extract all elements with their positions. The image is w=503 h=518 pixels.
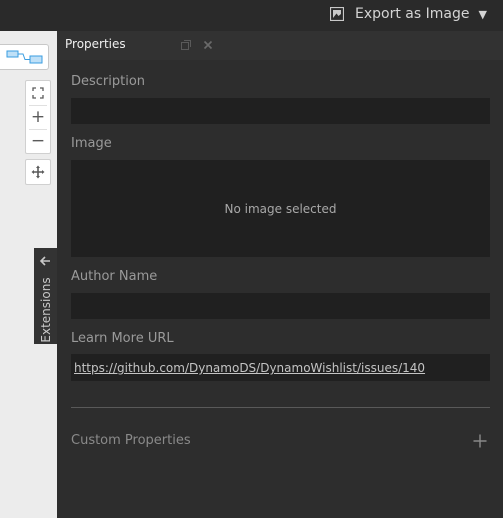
undock-icon[interactable] xyxy=(180,39,192,51)
properties-panel: Properties Description Image No image se… xyxy=(57,31,503,518)
image-dropzone[interactable]: No image selected xyxy=(71,160,490,257)
add-property-icon[interactable] xyxy=(473,434,487,448)
pan-icon xyxy=(31,165,45,179)
section-divider xyxy=(71,407,490,408)
close-icon[interactable] xyxy=(202,39,214,51)
zoom-out-button[interactable]: − xyxy=(26,129,50,153)
fit-view-icon xyxy=(32,87,44,99)
panel-title: Properties xyxy=(65,37,126,51)
node-graph-icon xyxy=(6,50,43,64)
author-name-input[interactable] xyxy=(71,293,490,319)
image-label: Image xyxy=(71,136,112,151)
extensions-tab[interactable]: Extensions xyxy=(34,248,57,344)
image-placeholder: No image selected xyxy=(224,202,337,216)
author-name-label: Author Name xyxy=(71,269,158,284)
description-input[interactable] xyxy=(71,98,490,124)
learn-more-url-link[interactable]: https://github.com/DynamoDS/DynamoWishli… xyxy=(74,361,425,375)
zoom-controls: + − xyxy=(25,80,51,154)
graph-view-button[interactable] xyxy=(0,44,49,70)
chevron-down-icon[interactable]: ▼ xyxy=(478,8,486,21)
zoom-in-button[interactable]: + xyxy=(26,105,50,129)
extensions-tab-label: Extensions xyxy=(39,277,53,343)
panel-header: Properties xyxy=(57,31,503,60)
top-toolbar: Export as Image ▼ xyxy=(0,0,503,31)
fit-view-button[interactable] xyxy=(26,81,50,105)
description-label: Description xyxy=(71,74,146,89)
export-as-image-button[interactable]: Export as Image ▼ xyxy=(330,3,487,25)
custom-properties-label: Custom Properties xyxy=(71,433,191,448)
pan-button[interactable] xyxy=(25,159,51,185)
learn-more-url-label: Learn More URL xyxy=(71,331,174,346)
export-label: Export as Image xyxy=(355,6,470,22)
image-export-icon xyxy=(330,7,344,21)
arrow-left-icon xyxy=(39,256,50,266)
